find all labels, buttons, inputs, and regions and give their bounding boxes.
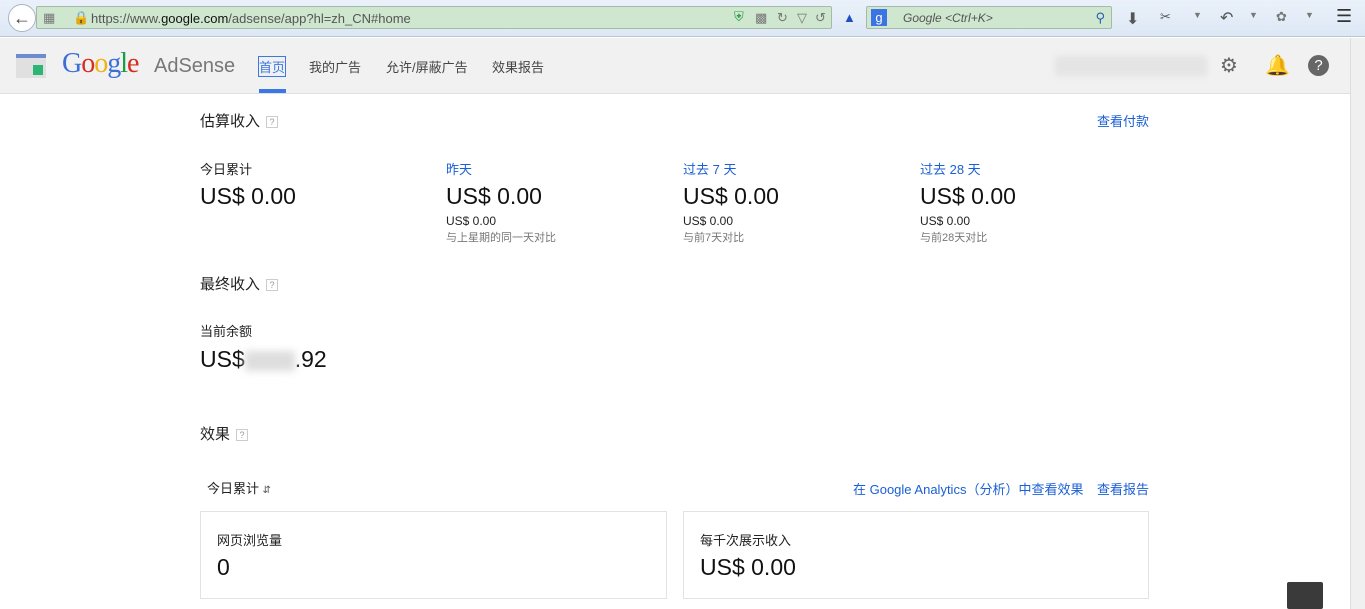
- redacted-amount: [244, 350, 295, 371]
- yesterday-link[interactable]: 昨天: [446, 159, 472, 178]
- help-icon[interactable]: ?: [266, 116, 279, 129]
- sort-icon: ⇵: [262, 485, 272, 496]
- nav-performance-reports[interactable]: 效果报告: [492, 57, 544, 76]
- nav-my-ads[interactable]: 我的广告: [309, 57, 361, 76]
- card-label: 网页浏览量: [217, 533, 283, 548]
- reload-icon[interactable]: ↺: [815, 10, 826, 26]
- bug-icon[interactable]: ✿: [1276, 9, 1287, 25]
- last-7-days-compare-value: US$ 0.00: [683, 214, 734, 228]
- period-selector[interactable]: 今日累计 ⇵: [207, 478, 271, 497]
- help-icon[interactable]: ?: [1308, 55, 1329, 76]
- card-label: 每千次展示收入: [700, 533, 792, 548]
- download-icon[interactable]: ⬇: [1126, 9, 1139, 29]
- chevron-down-icon[interactable]: ▼: [1249, 10, 1258, 20]
- shield-icon[interactable]: ⛨: [734, 9, 744, 25]
- rpm-card[interactable]: 每千次展示收入 US$ 0.00: [683, 511, 1149, 599]
- current-balance-value: US$ .92: [200, 346, 327, 372]
- analytics-link[interactable]: 在 Google Analytics（分析）中查看效果: [853, 479, 1083, 498]
- estimated-earnings-title: 估算收入?: [200, 110, 279, 131]
- app-header: Google AdSense 首页 我的广告 允许/屏蔽广告 效果报告 ⚙ 🔔 …: [0, 38, 1350, 94]
- nav-allow-block-ads[interactable]: 允许/屏蔽广告: [386, 57, 468, 76]
- feedback-widget[interactable]: [1287, 582, 1323, 609]
- gear-icon[interactable]: ⚙: [1220, 53, 1238, 78]
- yesterday-value: US$ 0.00: [446, 183, 542, 209]
- card-value: US$ 0.00: [700, 554, 796, 580]
- search-icon[interactable]: ⚲: [1095, 10, 1105, 26]
- finalized-earnings-title: 最终收入?: [200, 273, 279, 294]
- chevron-down-icon[interactable]: ▼: [1305, 10, 1314, 20]
- yesterday-compare-label: 与上星期的同一天对比: [446, 232, 556, 244]
- sync-icon[interactable]: ↻: [777, 10, 788, 26]
- today-label: 今日累计: [200, 162, 253, 177]
- last-28-days-value: US$ 0.00: [920, 183, 1016, 209]
- last-7-days-compare-label: 与前7天对比: [683, 232, 745, 244]
- active-tab-indicator: [259, 89, 286, 93]
- screenshot-icon[interactable]: ✂: [1160, 9, 1171, 25]
- scrollbar[interactable]: [1350, 38, 1365, 609]
- url-text[interactable]: https://www.google.com/adsense/app?hl=zh…: [91, 11, 411, 26]
- account-name-redacted[interactable]: [1055, 56, 1207, 76]
- nav-home[interactable]: 首页: [257, 56, 287, 77]
- google-search-engine-icon[interactable]: g: [871, 9, 887, 26]
- search-bar[interactable]: g Google <Ctrl+K> ⚲: [866, 6, 1112, 29]
- card-value: 0: [217, 554, 230, 580]
- tabs-icon[interactable]: ▦: [43, 10, 55, 26]
- lock-icon: 🔒: [73, 10, 90, 25]
- address-bar[interactable]: ▦ 🔒 https://www.google.com/adsense/app?h…: [36, 6, 832, 29]
- current-balance-label: 当前余额: [200, 324, 253, 339]
- help-icon[interactable]: ?: [266, 279, 279, 292]
- menu-icon[interactable]: ☰: [1336, 6, 1352, 27]
- last-28-days-link[interactable]: 过去 28 天: [920, 159, 981, 178]
- pageviews-card[interactable]: 网页浏览量 0: [200, 511, 667, 599]
- view-payments-link[interactable]: 查看付款: [1097, 111, 1149, 130]
- help-icon[interactable]: ?: [236, 429, 249, 442]
- performance-title: 效果?: [200, 423, 249, 444]
- last-28-days-compare-label: 与前28天对比: [920, 232, 988, 244]
- dropdown-icon[interactable]: ▽: [797, 10, 807, 26]
- view-report-link[interactable]: 查看报告: [1097, 479, 1149, 498]
- product-name: AdSense: [154, 55, 236, 77]
- bell-icon[interactable]: 🔔: [1265, 53, 1290, 78]
- qr-code-icon[interactable]: ▩: [755, 10, 767, 26]
- search-placeholder: Google <Ctrl+K>: [903, 11, 993, 25]
- undo-icon[interactable]: ↶: [1220, 8, 1233, 28]
- last-7-days-value: US$ 0.00: [683, 183, 779, 209]
- yesterday-compare-value: US$ 0.00: [446, 214, 497, 228]
- google-logo[interactable]: Google: [62, 48, 139, 80]
- last-28-days-compare-value: US$ 0.00: [920, 214, 971, 228]
- back-button[interactable]: ←: [8, 4, 36, 32]
- extension-icon[interactable]: ▲: [843, 10, 856, 25]
- today-value: US$ 0.00: [200, 183, 296, 209]
- last-7-days-link[interactable]: 过去 7 天: [683, 159, 736, 178]
- browser-toolbar: ← ▦ 🔒 https://www.google.com/adsense/app…: [0, 0, 1365, 37]
- adsense-logo-icon: [16, 54, 46, 78]
- chevron-down-icon[interactable]: ▼: [1193, 10, 1202, 20]
